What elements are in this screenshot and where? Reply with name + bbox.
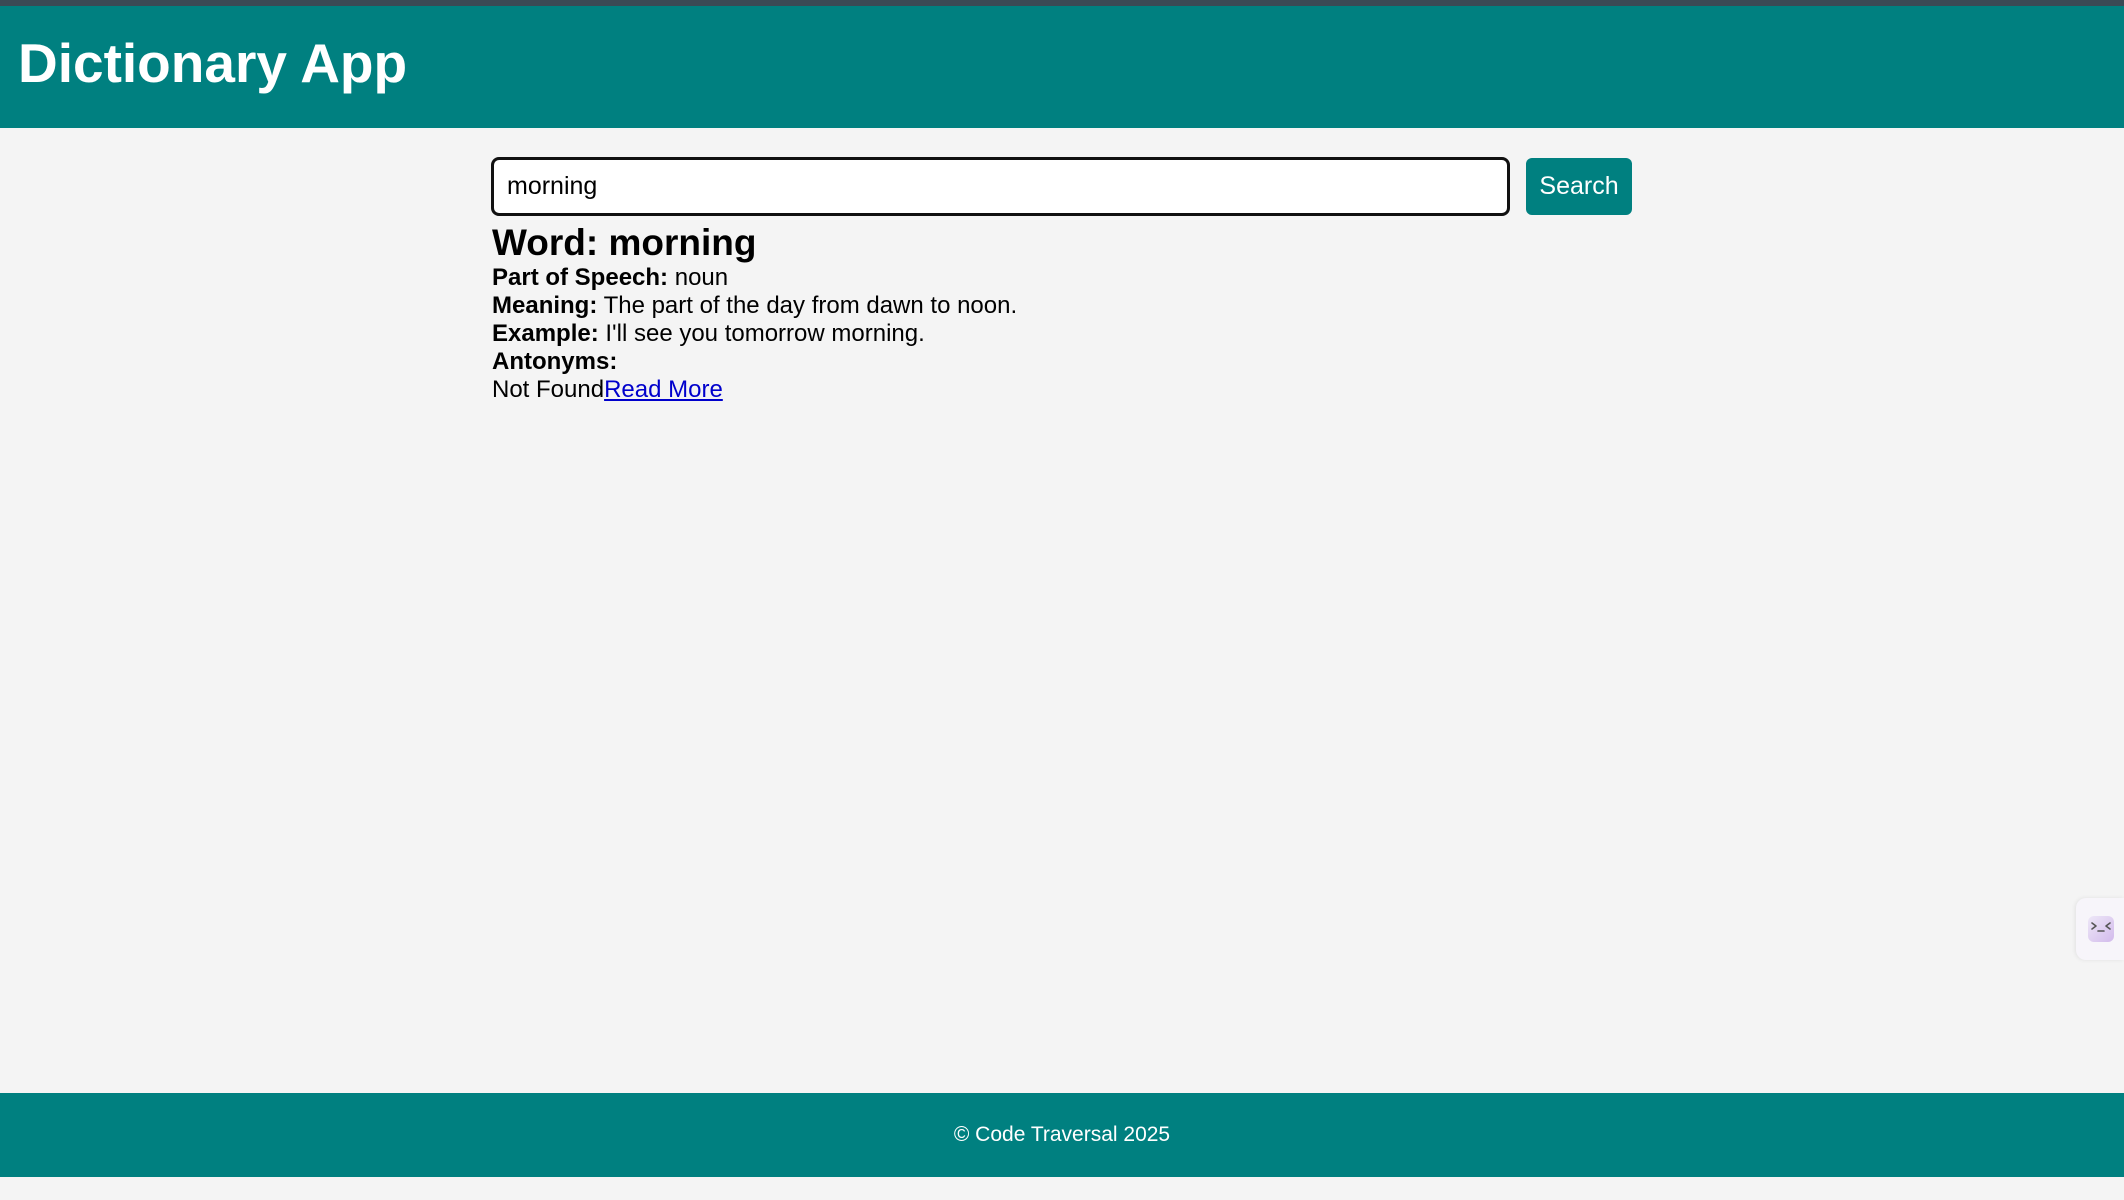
antonyms-line: Antonyms: (492, 348, 1692, 376)
search-input[interactable] (491, 157, 1510, 216)
search-button[interactable]: Search (1526, 158, 1632, 215)
app-footer: © Code Traversal 2025 (0, 1093, 2124, 1177)
side-assistant-widget[interactable] (2076, 898, 2124, 960)
meaning-value: The part of the day from dawn to noon. (603, 292, 1018, 319)
part-of-speech-value: noun (674, 264, 729, 291)
word-value: morning (608, 222, 757, 263)
read-more-link[interactable]: Read More (604, 376, 723, 403)
app-header: Dictionary App (0, 6, 2124, 128)
footer-copyright: © Code Traversal 2025 (953, 1123, 1171, 1146)
meaning-label: Meaning: (492, 292, 598, 319)
example-label: Example: (492, 320, 599, 347)
example-value: I'll see you tomorrow morning. (605, 320, 925, 347)
antonyms-label: Antonyms: (492, 348, 618, 375)
meaning-line: Meaning: The part of the day from dawn t… (492, 292, 1692, 320)
app-title: Dictionary App (18, 32, 408, 94)
word-heading: Word: morning (492, 224, 1692, 262)
result-panel: Word: morning Part of Speech: noun Meani… (492, 224, 1692, 404)
example-line: Example: I'll see you tomorrow morning. (492, 320, 1692, 348)
assistant-face-icon (2088, 916, 2114, 942)
antonyms-value: Not Found (492, 376, 605, 403)
part-of-speech-line: Part of Speech: noun (492, 264, 1692, 292)
word-label: Word: (492, 222, 599, 263)
antonyms-value-line: Not FoundRead More (492, 376, 1692, 404)
part-of-speech-label: Part of Speech: (492, 264, 669, 291)
